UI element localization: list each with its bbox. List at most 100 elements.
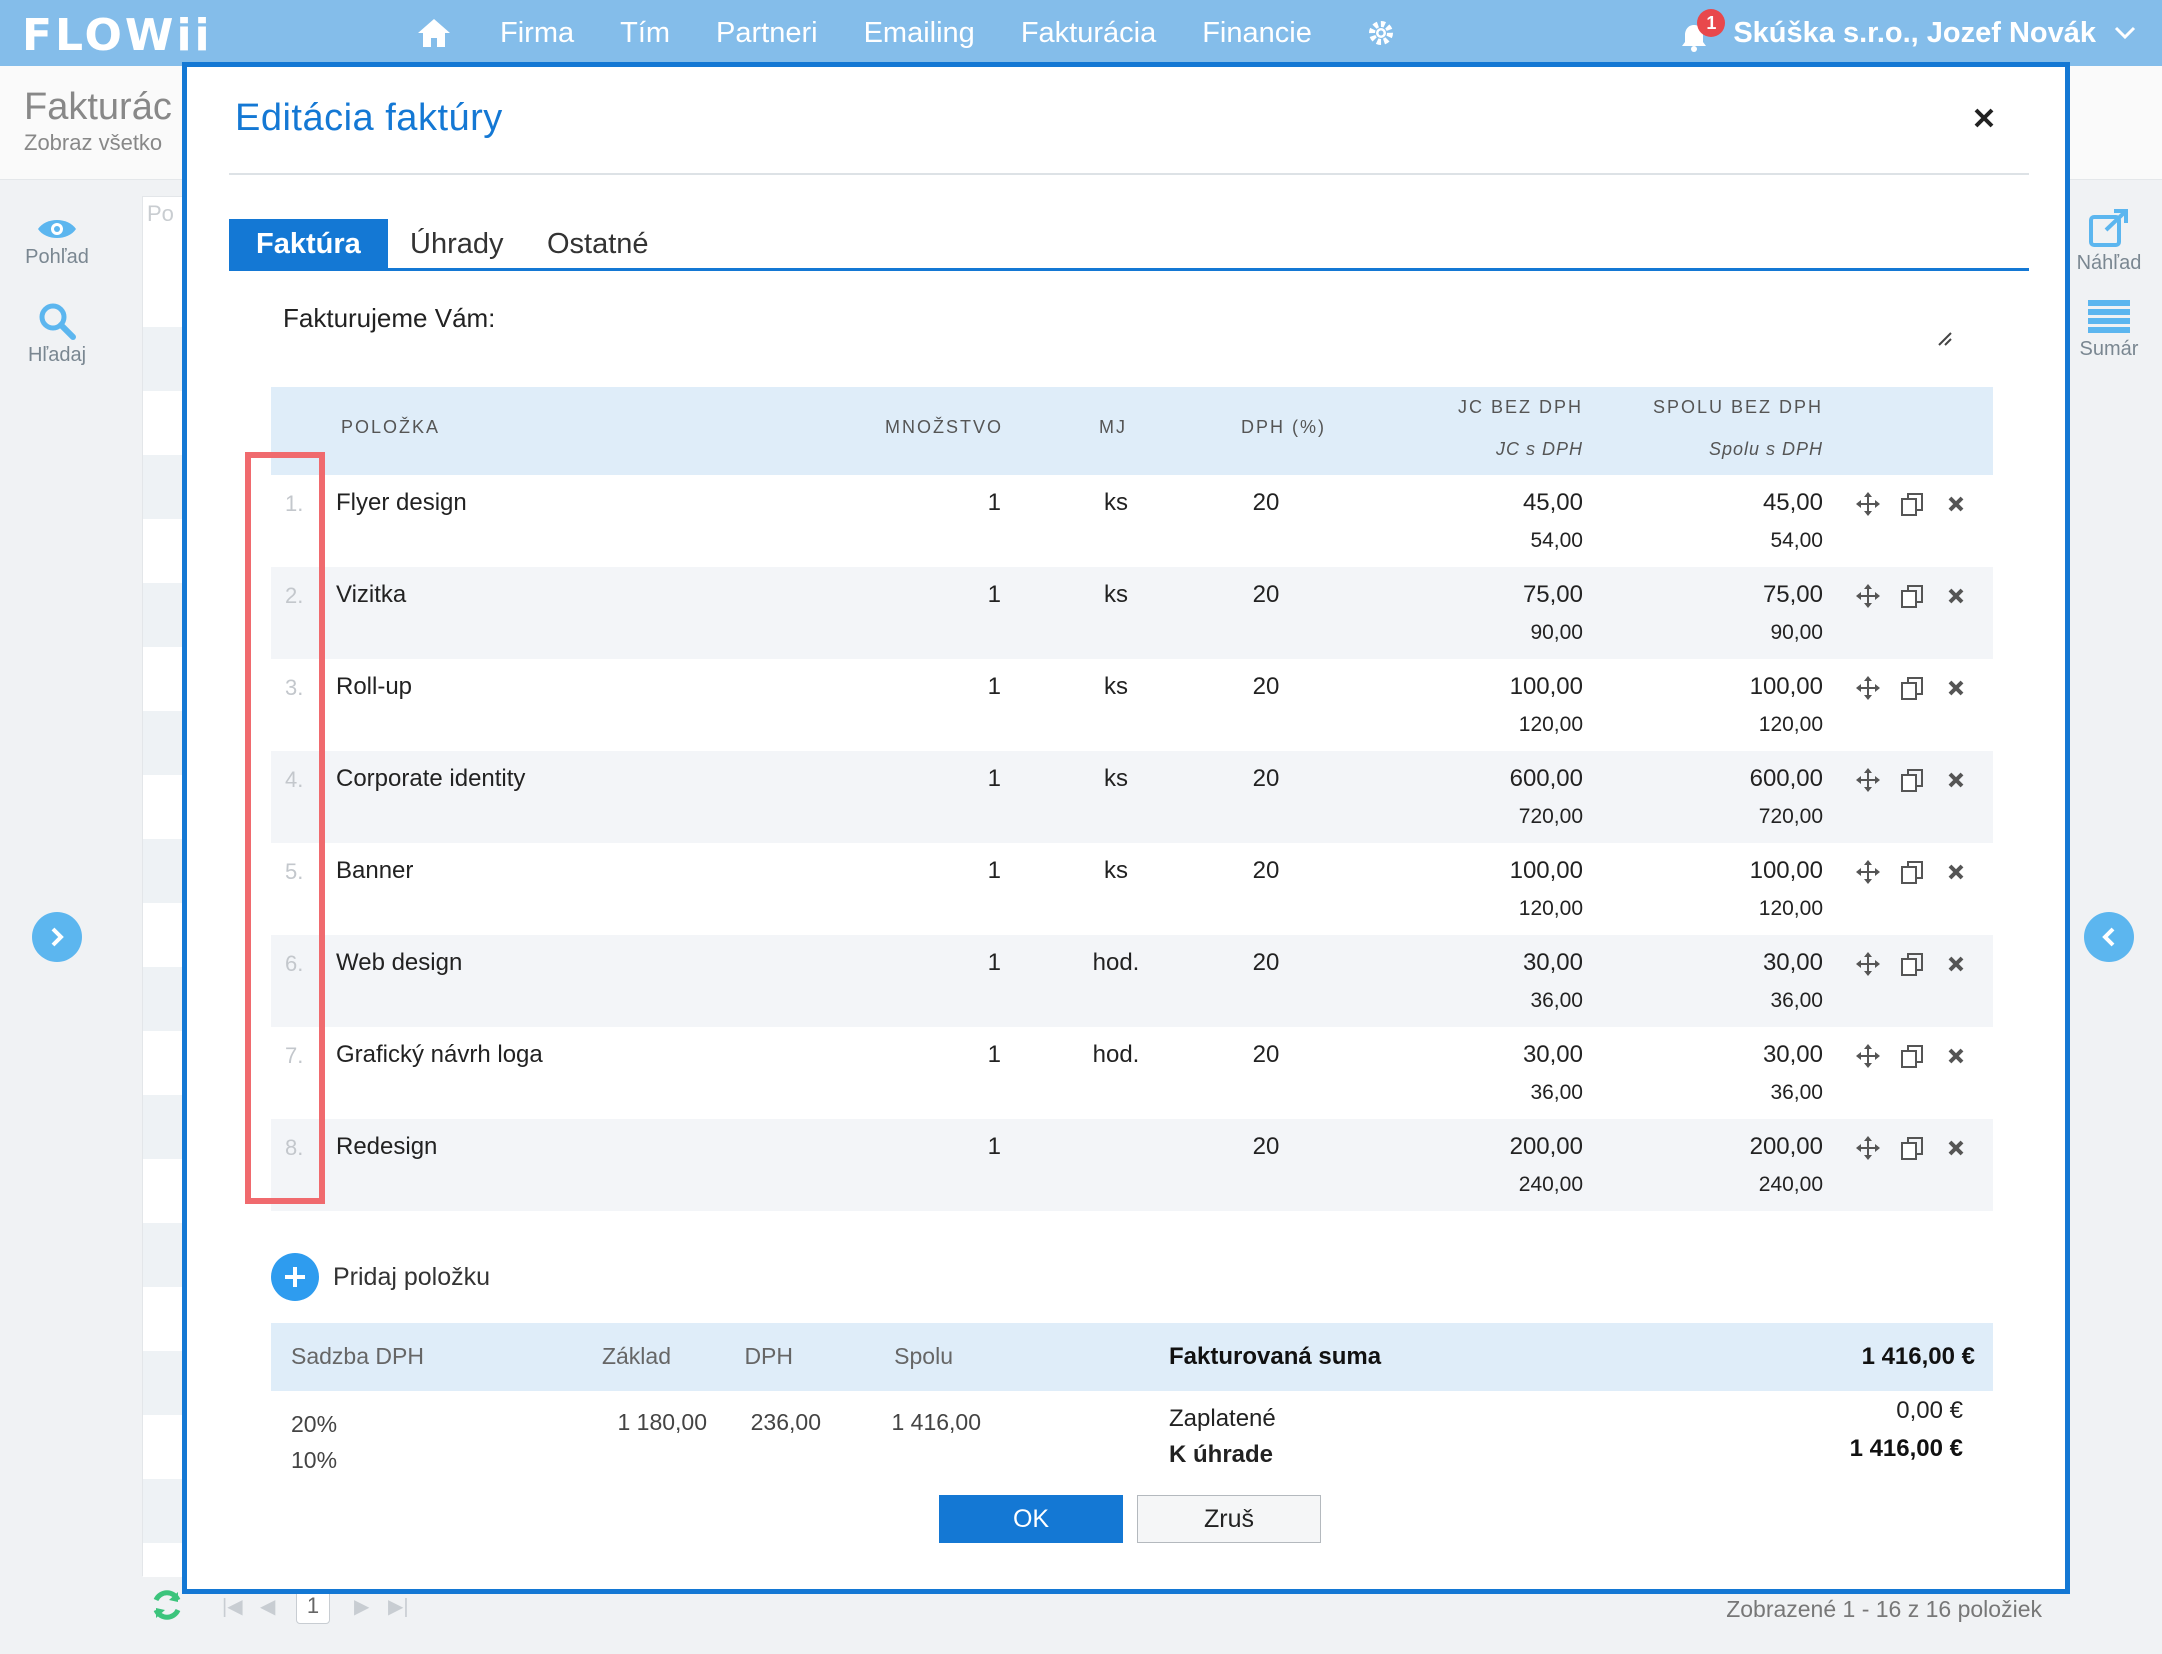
item-unit[interactable]: ks <box>1081 765 1151 793</box>
duplicate-icon[interactable] <box>1897 581 1927 611</box>
cancel-button[interactable]: Zruš <box>1137 1495 1321 1543</box>
delete-icon[interactable] <box>1941 489 1971 519</box>
item-qty[interactable]: 1 <box>988 673 1001 701</box>
sum-col-base: Základ <box>601 1343 671 1369</box>
item-unit-price[interactable]: 30,00 <box>1523 949 1583 977</box>
item-qty[interactable]: 1 <box>988 857 1001 885</box>
delete-icon[interactable] <box>1941 857 1971 887</box>
item-unit[interactable]: hod. <box>1081 949 1151 977</box>
delete-icon[interactable] <box>1941 765 1971 795</box>
item-unit-price[interactable]: 75,00 <box>1523 581 1583 609</box>
duplicate-icon[interactable] <box>1897 857 1927 887</box>
ok-button[interactable]: OK <box>939 1495 1123 1543</box>
move-icon[interactable] <box>1853 489 1883 519</box>
item-unit-price[interactable]: 30,00 <box>1523 1041 1583 1069</box>
item-unit-price[interactable]: 100,00 <box>1510 857 1583 885</box>
delete-icon[interactable] <box>1941 673 1971 703</box>
item-name[interactable]: Redesign <box>336 1133 437 1161</box>
nav-item-firma[interactable]: Firma <box>500 17 574 50</box>
close-icon[interactable] <box>1969 103 1999 133</box>
item-name[interactable]: Banner <box>336 857 413 885</box>
view-button[interactable]: Pohľad <box>2 216 112 269</box>
item-qty[interactable]: 1 <box>988 581 1001 609</box>
app-logo[interactable]: FLOWii <box>22 10 213 61</box>
item-qty[interactable]: 1 <box>988 949 1001 977</box>
duplicate-icon[interactable] <box>1897 673 1927 703</box>
item-qty[interactable]: 1 <box>988 489 1001 517</box>
add-item-button[interactable]: Pridaj položku <box>271 1253 490 1301</box>
item-unit[interactable]: hod. <box>1081 1041 1151 1069</box>
refresh-icon[interactable] <box>150 1588 184 1622</box>
item-vat[interactable]: 20 <box>1241 489 1291 517</box>
view-filter-link[interactable]: Zobraz všetko <box>24 130 162 156</box>
duplicate-icon[interactable] <box>1897 949 1927 979</box>
duplicate-icon[interactable] <box>1897 1041 1927 1071</box>
delete-icon[interactable] <box>1941 581 1971 611</box>
tab-faktura[interactable]: Faktúra <box>229 219 388 271</box>
duplicate-icon[interactable] <box>1897 765 1927 795</box>
item-vat[interactable]: 20 <box>1241 1133 1291 1161</box>
move-icon[interactable] <box>1853 1041 1883 1071</box>
delete-icon[interactable] <box>1941 949 1971 979</box>
nav-item-partneri[interactable]: Partneri <box>716 17 818 50</box>
item-name[interactable]: Flyer design <box>336 489 467 517</box>
expand-left-button[interactable] <box>32 912 82 962</box>
item-unit[interactable]: ks <box>1081 581 1151 609</box>
nav-item-financie[interactable]: Financie <box>1202 17 1312 50</box>
item-vat[interactable]: 20 <box>1241 857 1291 885</box>
item-unit-price[interactable]: 200,00 <box>1510 1133 1583 1161</box>
item-vat[interactable]: 20 <box>1241 949 1291 977</box>
first-page-icon[interactable]: |◀ <box>222 1594 243 1619</box>
gear-icon[interactable] <box>1362 14 1400 52</box>
duplicate-icon[interactable] <box>1897 1133 1927 1163</box>
expand-right-button[interactable] <box>2084 912 2134 962</box>
user-menu[interactable]: Skúška s.r.o., Jozef Novák <box>1733 17 2096 50</box>
table-row: 1. Flyer design 1 ks 20 45,00 54,00 45,00 54,00 <box>271 475 1993 567</box>
search-button[interactable]: Hľadaj <box>2 302 112 367</box>
item-vat[interactable]: 20 <box>1241 765 1291 793</box>
item-unit-price[interactable]: 45,00 <box>1523 489 1583 517</box>
page-title: Fakturác <box>24 86 172 128</box>
move-icon[interactable] <box>1853 765 1883 795</box>
move-icon[interactable] <box>1853 949 1883 979</box>
tab-ostatne[interactable]: Ostatné <box>547 219 649 271</box>
item-unit-price[interactable]: 600,00 <box>1510 765 1583 793</box>
last-page-icon[interactable]: ▶| <box>388 1594 409 1619</box>
item-vat[interactable]: 20 <box>1241 1041 1291 1069</box>
item-qty[interactable]: 1 <box>988 1041 1001 1069</box>
nav-item-emailing[interactable]: Emailing <box>864 17 975 50</box>
delete-icon[interactable] <box>1941 1041 1971 1071</box>
invoiced-amount-value: 1 416,00 € <box>1861 1343 1975 1370</box>
summary-button[interactable]: Sumár <box>2054 300 2162 361</box>
vat-rate-20: 20% <box>291 1411 338 1437</box>
move-icon[interactable] <box>1853 673 1883 703</box>
bell-icon[interactable]: 1 <box>1677 9 1726 53</box>
move-icon[interactable] <box>1853 1133 1883 1163</box>
item-name[interactable]: Web design <box>336 949 462 977</box>
chevron-down-icon[interactable] <box>2114 26 2136 40</box>
item-unit-price[interactable]: 100,00 <box>1510 673 1583 701</box>
item-qty[interactable]: 1 <box>988 1133 1001 1161</box>
resize-grip-icon[interactable] <box>1935 329 1953 347</box>
move-icon[interactable] <box>1853 581 1883 611</box>
next-page-icon[interactable]: ▶ <box>354 1594 369 1619</box>
item-name[interactable]: Corporate identity <box>336 765 525 793</box>
item-name[interactable]: Vizitka <box>336 581 406 609</box>
move-icon[interactable] <box>1853 857 1883 887</box>
item-unit[interactable]: ks <box>1081 489 1151 517</box>
delete-icon[interactable] <box>1941 1133 1971 1163</box>
item-unit[interactable]: ks <box>1081 857 1151 885</box>
preview-button[interactable]: Náhľad <box>2054 208 2162 275</box>
nav-item-fakturacia[interactable]: Fakturácia <box>1021 17 1156 50</box>
item-unit[interactable]: ks <box>1081 673 1151 701</box>
tab-uhrady[interactable]: Úhrady <box>410 219 504 271</box>
item-name[interactable]: Roll-up <box>336 673 412 701</box>
prev-page-icon[interactable]: ◀ <box>260 1594 275 1619</box>
item-vat[interactable]: 20 <box>1241 581 1291 609</box>
item-qty[interactable]: 1 <box>988 765 1001 793</box>
nav-item-tim[interactable]: Tím <box>620 17 670 50</box>
home-icon[interactable] <box>412 11 456 55</box>
item-name[interactable]: Grafický návrh loga <box>336 1041 543 1069</box>
duplicate-icon[interactable] <box>1897 489 1927 519</box>
item-vat[interactable]: 20 <box>1241 673 1291 701</box>
